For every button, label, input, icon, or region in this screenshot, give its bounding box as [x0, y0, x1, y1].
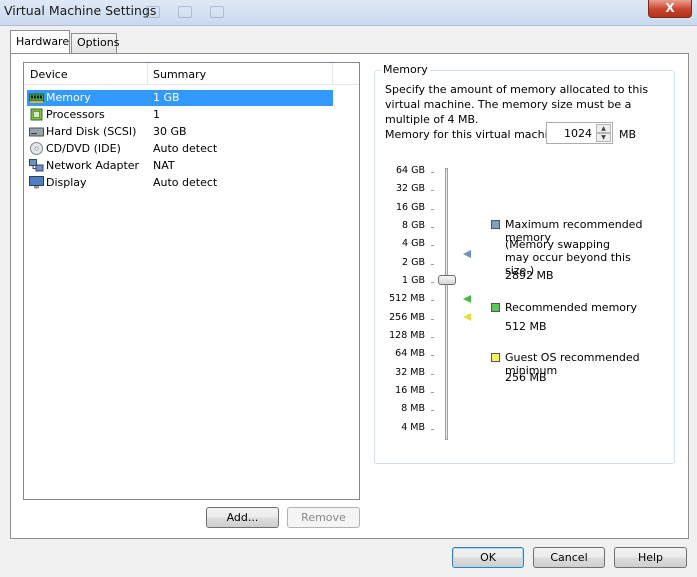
scale-label: 16 MB — [395, 385, 425, 396]
scale-label: 512 MB — [389, 293, 425, 304]
device-summary: 1 GB — [153, 91, 180, 104]
device-name: Hard Disk (SCSI) — [46, 125, 137, 138]
memory-description: Specify the amount of memory allocated t… — [385, 83, 649, 126]
device-row-network-adapter[interactable]: Network Adapter NAT — [27, 158, 333, 174]
tab-options[interactable]: Options — [71, 33, 119, 53]
window-title: Virtual Machine Settings — [4, 3, 157, 18]
scale-tick — [431, 227, 434, 228]
scale-label: 16 GB — [396, 202, 425, 213]
max-recommended-swatch — [491, 220, 500, 229]
memory-slider-track[interactable] — [445, 168, 448, 440]
device-list[interactable]: Device Summary Memory 1 GB Processors 1 — [23, 62, 360, 500]
scale-label: 128 MB — [389, 330, 425, 341]
scale-label: 256 MB — [389, 312, 425, 323]
max-recommended-marker-icon — [463, 250, 471, 258]
scale-label: 4 GB — [402, 238, 425, 249]
hard-disk-icon — [29, 127, 44, 137]
spin-down-icon[interactable]: ▼ — [596, 133, 611, 142]
device-summary: Auto detect — [153, 142, 218, 155]
memory-group-label: Memory — [381, 63, 430, 76]
memory-slider-thumb[interactable] — [438, 275, 456, 285]
memory-icon — [29, 93, 44, 103]
scale-tick — [431, 319, 434, 320]
scale-tick — [431, 245, 434, 246]
column-divider[interactable] — [147, 63, 148, 85]
guest-min-swatch — [491, 353, 500, 362]
memory-value[interactable]: 1024 — [564, 127, 592, 140]
spin-up-icon[interactable]: ▲ — [596, 124, 611, 133]
scale-label: 8 GB — [402, 220, 425, 231]
column-header-device[interactable]: Device — [30, 68, 68, 81]
add-button[interactable]: Add... — [206, 507, 279, 528]
device-summary: NAT — [153, 159, 175, 172]
device-name: Memory — [46, 91, 91, 104]
title-bar-ghost-icons — [146, 6, 224, 18]
remove-button[interactable]: Remove — [287, 507, 360, 528]
scale-tick — [431, 337, 434, 338]
scale-label: 32 GB — [396, 183, 425, 194]
device-name: Processors — [46, 108, 105, 121]
recommended-swatch — [491, 303, 500, 312]
device-summary: 30 GB — [153, 125, 187, 138]
title-bar: Virtual Machine Settings X — [0, 0, 697, 26]
guest-min-value: 256 MB — [505, 371, 547, 384]
help-button[interactable]: Help — [614, 547, 687, 568]
scale-tick — [431, 264, 434, 265]
scale-tick — [431, 374, 434, 375]
scale-tick — [431, 300, 434, 301]
recommended-label: Recommended memory — [505, 301, 638, 314]
device-summary: Auto detect — [153, 176, 218, 189]
device-row-memory[interactable]: Memory 1 GB — [27, 90, 333, 106]
device-summary: 1 — [153, 108, 160, 121]
device-row-display[interactable]: Display Auto detect — [27, 175, 333, 191]
max-recommended-value: 2892 MB — [505, 269, 554, 282]
network-adapter-icon — [29, 159, 44, 172]
ghost-icon — [210, 6, 224, 18]
recommended-marker-icon — [463, 295, 471, 303]
display-icon — [29, 176, 44, 189]
scale-tick — [431, 190, 434, 191]
scale-label: 1 GB — [402, 275, 425, 286]
scale-label: 32 MB — [395, 367, 425, 378]
scale-tick — [431, 429, 434, 430]
cd-dvd-icon — [30, 142, 43, 155]
scale-label: 2 GB — [402, 257, 425, 268]
scale-label: 4 MB — [401, 422, 425, 433]
close-button[interactable]: X — [648, 0, 692, 18]
memory-spinbox[interactable]: 1024 ▲ ▼ — [546, 122, 613, 144]
memory-field-label: Memory for this virtual machine: — [385, 128, 566, 141]
device-name: Display — [46, 176, 87, 189]
device-row-cd-dvd[interactable]: CD/DVD (IDE) Auto detect — [27, 141, 333, 157]
scale-tick — [431, 355, 434, 356]
scale-tick — [431, 410, 434, 411]
scale-tick — [431, 209, 434, 210]
device-name: Network Adapter — [46, 159, 140, 172]
hardware-panel: Device Summary Memory 1 GB Processors 1 — [10, 53, 689, 539]
scale-tick — [431, 282, 434, 283]
ghost-icon — [146, 6, 160, 18]
scale-label: 64 GB — [396, 165, 425, 176]
scale-tick — [431, 172, 434, 173]
memory-group: Memory Specify the amount of memory allo… — [374, 63, 675, 464]
memory-unit: MB — [619, 128, 637, 141]
guest-min-marker-icon — [463, 313, 471, 321]
device-row-hard-disk[interactable]: Hard Disk (SCSI) 30 GB — [27, 124, 333, 140]
device-row-processors[interactable]: Processors 1 — [27, 107, 333, 123]
column-divider[interactable] — [332, 63, 333, 85]
recommended-value: 512 MB — [505, 320, 547, 333]
scale-tick — [431, 392, 434, 393]
processor-icon — [30, 108, 43, 121]
cancel-button[interactable]: Cancel — [533, 547, 605, 568]
list-header: Device Summary — [24, 63, 359, 85]
scale-label: 8 MB — [401, 403, 425, 414]
ghost-icon — [178, 6, 192, 18]
scale-label: 64 MB — [395, 348, 425, 359]
column-header-summary[interactable]: Summary — [153, 68, 206, 81]
tab-hardware[interactable]: Hardware — [10, 30, 70, 53]
device-name: CD/DVD (IDE) — [46, 142, 121, 155]
ok-button[interactable]: OK — [452, 547, 524, 568]
